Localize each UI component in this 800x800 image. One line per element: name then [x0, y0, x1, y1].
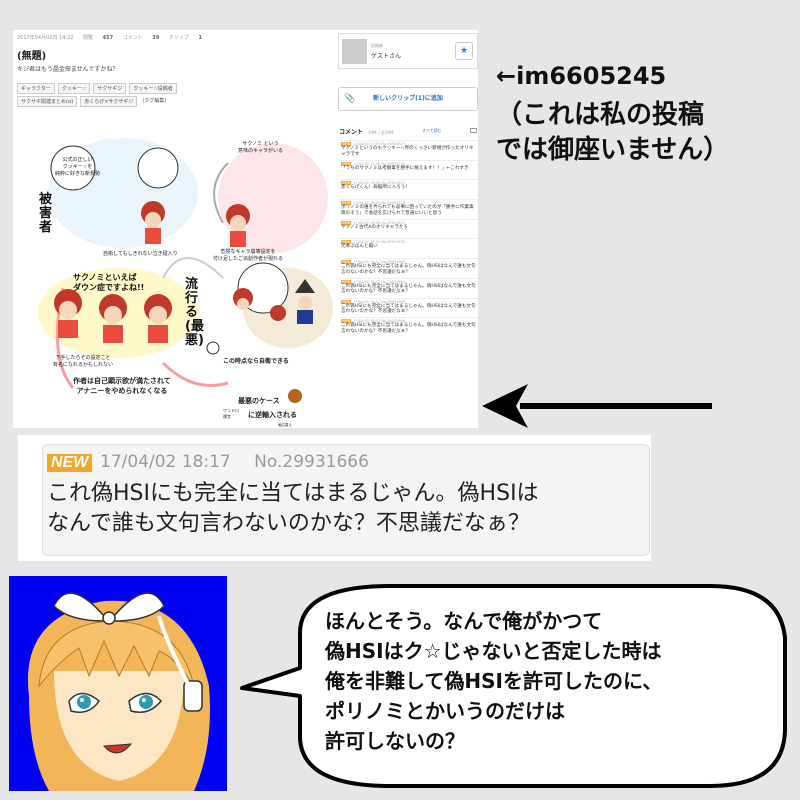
comments-header: コメント 10件 / 全39件 すべて読む [339, 127, 478, 137]
comment-list: NEW 17/04/02 17:53 No.29931323 サクノミというのもクッ… [339, 140, 478, 337]
post-description: キジ君はもう晶金探ませんですかね？ [17, 66, 119, 73]
comment-text: 元本ぷほんと擬い [341, 244, 378, 250]
comment-text: サクノミ古代Aのオリキャラたろ [341, 224, 408, 230]
label-trend: 流行る(最悪) [185, 277, 204, 348]
disclaimer-note: （これは私の投稿 では御座いません） [496, 100, 730, 165]
avatar[interactable] [342, 39, 367, 64]
bubble-meaning: サクノミ という 意味のキャラがいる [238, 141, 284, 154]
comment-date: 17/04/02 18:17 [100, 452, 231, 472]
comments-title: コメント [339, 129, 364, 136]
poster-label: 投稿者 [371, 43, 383, 48]
video-id-note: ←im6605245 [496, 62, 667, 90]
label-victim: 被害者 [39, 192, 53, 235]
caption-defense: この時点なら自衛できる [223, 358, 289, 365]
add-clip-button[interactable]: 📎 新しいクリップ(1)に追加 [338, 87, 478, 111]
poster-name[interactable]: ゲストさん [371, 51, 401, 60]
small-note: 画広頁え [278, 423, 292, 427]
post-screenshot: 2017年04月02日 14:22 閲覧 457 コメント 39 クリップ 1 … [13, 30, 478, 428]
comment-item[interactable]: NEW 17/04/02 17:56 No.29931334 「うちのサクノミは考察… [339, 159, 478, 180]
tag[interactable]: クッキー☆投稿者 [129, 83, 177, 94]
comment-text: これ偽HSIにも完全に当てはまるじゃん。偽HSIはなんで誰も文句言わないのかな？… [341, 283, 476, 295]
paperclip-icon: 📎 [344, 94, 356, 104]
comment-number: No.29931535 [381, 240, 405, 245]
new-badge: NEW [341, 299, 352, 304]
clips-count: クリップ 1 [168, 35, 202, 41]
zoomed-comment: NEW 17/04/02 18:17 No.29931666 これ偽HSIにも完… [18, 435, 651, 561]
comments-panel: コメント 10件 / 全39件 すべて読む NEW 17/04/02 17:53 … [339, 127, 478, 427]
comment-text: これ偽HSIにも完全に当てはまるじゃん。偽HSIはなんで誰も文句言わないのかな？… [341, 303, 476, 315]
post-meta: 2017年04月02日 14:22 閲覧 457 コメント 39 クリップ 1 [17, 34, 210, 41]
comment-text: これ偽HSIにも完全に当てはまるじゃん。偽HSIは なんで誰も文句言わないのかな… [47, 481, 539, 536]
star-icon: ★ [459, 46, 469, 56]
caption-selfharm: 自衛してもしきれない泣き寝入り [103, 251, 178, 257]
character-drawing [27, 592, 210, 791]
caption-author: 作者は自己顕示欲が満たされて アナニーをやめられなくなる [73, 377, 171, 395]
comment-text: サクノミというのもクッキー☆界のくっさい新規が作ったオリキャラです [341, 146, 474, 157]
comment-text: 赤くらげくん！肩擬所に入ろう！ [341, 185, 410, 191]
comment-item[interactable]: NEW 17/04/02 18:08 No.29931522 サクノミ古代Aのオリキ… [339, 218, 478, 239]
comments-count: 10件 / 全39件 [367, 130, 395, 135]
views-count: 閲覧 457 [83, 35, 114, 41]
comment-meta: 17/04/02 18:17 No.29931666 [100, 452, 387, 472]
comment-item[interactable]: NEW 17/04/02 18:17 No.29931662 これ偽HSIにも完全に… [339, 258, 478, 278]
bubble-official: 公式の正しい クッキー☆を 純粋に好きな新規勢 [55, 157, 101, 177]
character-portrait [9, 576, 227, 791]
tag[interactable]: サクサギ関連まとめ(α) [17, 96, 78, 107]
new-badge: NEW [47, 454, 93, 472]
add-clip-label: 新しいクリップ(1)に追加 [373, 95, 443, 102]
tag[interactable]: サクサギジ [93, 83, 127, 94]
comment-item[interactable]: NEW 17/04/02 18:17 No.29931664 これ偽HSIにも完全に… [339, 277, 478, 298]
tag-row-1: ギャラクター クッキー☆ サクサギジ クッキー☆投稿者 [17, 83, 337, 94]
tag[interactable]: 赤くらげ×サクサギジ [80, 96, 138, 107]
comment-text: ポリノミの誰を弄られても返事に困っていたのが「勝手に作業毒障のそう」で会話を広げ… [341, 205, 474, 216]
comment-item[interactable]: NEW 17/04/02 18:12 No.29931535 元本ぷほんと擬い [339, 238, 478, 258]
comment-item[interactable]: NEW 17/04/02 18:17 No.29931665 これ偽HSIにも完全に… [339, 297, 478, 318]
posted-illustration: 被害者 流行る(最悪) サクノミといえば ダウン症ですよね!! 公式の正しい ク… [33, 128, 333, 428]
comment-item[interactable]: NEW 17/04/02 18:17 No.29931666 これ偽HSIにも完全に… [339, 317, 478, 337]
speech-text: ほんとそう。なんで俺がかつて 偽HSIはク☆じゃないと否定した時は 俺を非難して… [325, 609, 663, 753]
comment-text: これ偽HSIにも完全に当てはまるじゃん。偽HSIはなんで誰も文句言わないのかな？… [341, 264, 476, 275]
comment-number: No.29931665 [381, 299, 405, 304]
tag[interactable]: クッキー☆ [57, 83, 91, 94]
origin-label: ワンドロ 運営 [223, 408, 239, 419]
comment-item[interactable]: NEW 17/04/02 17:53 No.29931323 サクノミというのもクッ… [339, 140, 478, 160]
caption-setting: 下手したらその設定こと 有名になれるかもしれない [53, 355, 114, 368]
view-all-link[interactable]: すべて読む [422, 128, 442, 134]
expand-icon[interactable] [470, 128, 477, 133]
caption-spread: 危険なキャラ崩壊設定を 付け足したご派創作者が現れる [213, 249, 284, 262]
speech-sakanomi: サクノミといえば ダウン症ですよね!! [73, 273, 145, 292]
comment-item[interactable]: NEW 17/04/02 18:06 No.29931512 赤くらげくん！肩擬所に… [339, 179, 478, 199]
post-title: (無題) [17, 51, 47, 62]
comment-text: 「うちのサクノミは考察毒を勝手に植えます！！」←これすき [341, 165, 469, 171]
comment-text: これ偽HSIにも完全に当てはまるじゃん。偽HSIはなんで誰も文句言わないのかな？… [341, 323, 476, 334]
worst-case-label: 最悪のケース [238, 397, 280, 405]
poster-box: 投稿者 ゲストさん ★ [338, 33, 478, 69]
pointer-arrow-icon [482, 384, 712, 428]
tag[interactable]: ギャラクター [17, 83, 55, 94]
favorite-star-button[interactable]: ★ [455, 42, 473, 60]
reverse-import-label: に逆輸入される [248, 411, 297, 419]
comment-number: No.29931666 [254, 452, 369, 472]
tag-row-2: サクサギ関連まとめ(α) 赤くらげ×サクサギジ (タグ編集) [17, 96, 337, 107]
post-date: 2017年04月02日 14:22 [17, 35, 74, 41]
comment-date: 17/04/02 18:17 [353, 299, 381, 304]
tag-edit-link[interactable]: (タグ編集) [140, 96, 168, 107]
comment-item[interactable]: NEW 17/04/02 18:06 No.29931526 ポリノミの誰を弄られて… [339, 199, 478, 219]
comments-count: コメント 39 [122, 35, 160, 41]
